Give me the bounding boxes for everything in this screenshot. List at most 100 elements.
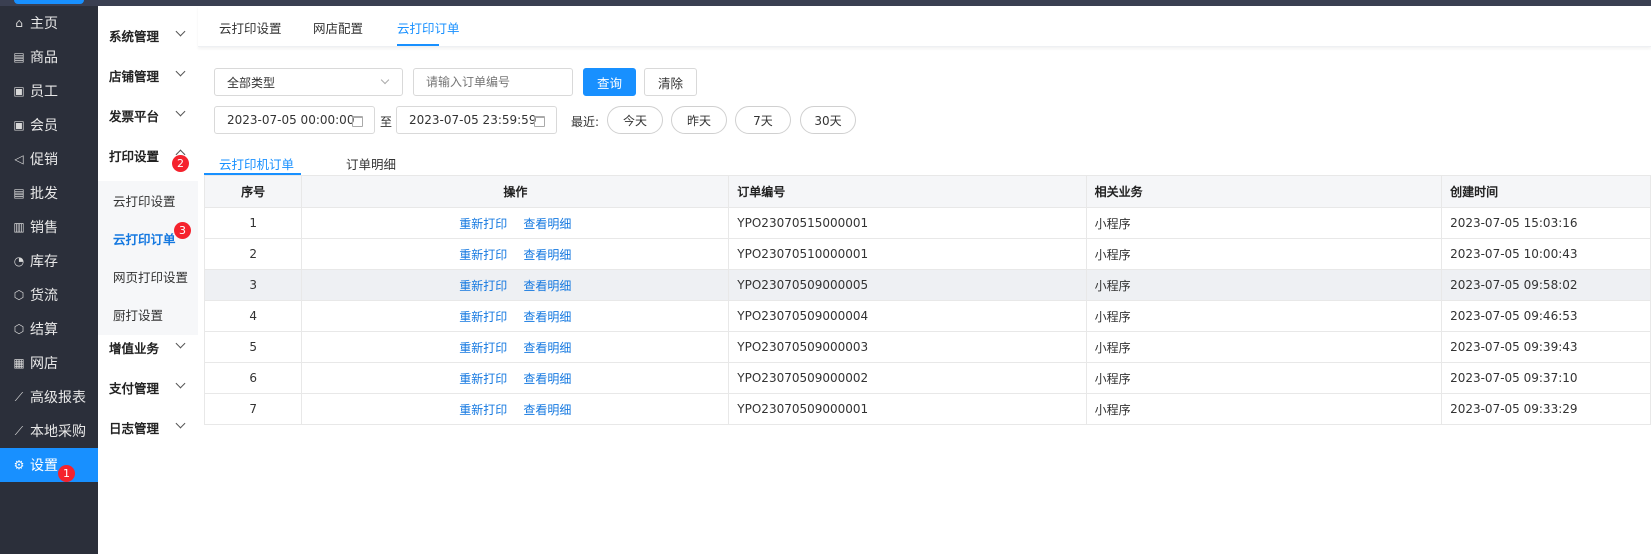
row-number: 3 [203, 269, 303, 301]
nav-item-settlement[interactable]: ⬡ 结算 [0, 312, 98, 346]
reprint-link[interactable]: 重新打印 [459, 341, 507, 355]
table-row: 5 重新打印 查看明细 YPO23070509000003 小程序 2023-07-05 … [203, 331, 1651, 363]
nav-item-members[interactable]: ▣ 会员 [0, 108, 98, 142]
submenu-group-label: 增值业务 [109, 340, 160, 356]
row-actions: 重新打印 查看明细 [301, 362, 730, 394]
line-chart-icon: ⟋ [14, 389, 24, 404]
reprint-link[interactable]: 重新打印 [459, 372, 507, 386]
submenu-group-label: 店铺管理 [109, 68, 160, 84]
gift-icon: ▦ [13, 356, 25, 370]
clear-button[interactable]: 清除 [644, 68, 697, 96]
created-time: 2023-07-05 09:33:29 [1441, 393, 1651, 425]
order-number: YPO23070509000002 [728, 362, 1087, 394]
reprint-link[interactable]: 重新打印 [459, 310, 507, 324]
nav-item-inventory[interactable]: ◔ 库存 [0, 244, 98, 278]
chevron-down-icon [175, 66, 186, 77]
nav-item-label: 结算 [30, 322, 58, 338]
wholesale-icon: ▤ [13, 186, 25, 200]
order-number-input[interactable] [413, 68, 573, 96]
nav-item-reports[interactable]: ⟋ 高级报表 [0, 380, 98, 414]
tab-store-config[interactable]: 网店配置 [313, 18, 363, 37]
step-badge: 3 [174, 222, 191, 239]
nav-item-goods-flow[interactable]: ⬡ 货流 [0, 278, 98, 312]
product-icon: ▤ [13, 50, 25, 64]
submenu-group-value-added[interactable]: 增值业务 [98, 327, 196, 367]
tab-cloud-print-settings[interactable]: 云打印设置 [219, 18, 282, 37]
related-business: 小程序 [1085, 331, 1443, 363]
nav-item-label: 员工 [30, 84, 58, 100]
submenu-item-cloud-print-settings[interactable]: 云打印设置 [98, 181, 196, 219]
view-details-link[interactable]: 查看明细 [523, 341, 571, 355]
print-settings-items: 云打印设置 云打印订单 网页打印设置 厨打设置 [98, 181, 198, 335]
quick-range-yesterday[interactable]: 昨天 [671, 106, 727, 134]
quick-range-7days[interactable]: 7天 [735, 106, 791, 134]
nav-item-wholesale[interactable]: ▤ 批发 [0, 176, 98, 210]
submenu-group-payment[interactable]: 支付管理 [98, 367, 196, 407]
view-details-link[interactable]: 查看明细 [523, 310, 571, 324]
submenu-group-logs[interactable]: 日志管理 [98, 407, 196, 447]
nav-item-label: 会员 [30, 118, 58, 134]
calendar-icon [352, 116, 363, 127]
nav-item-staff[interactable]: ▣ 员工 [0, 74, 98, 108]
submenu-group-label: 支付管理 [109, 380, 160, 396]
end-time-value: 2023-07-05 23:59:59 [409, 113, 537, 127]
created-time: 2023-07-05 15:03:16 [1441, 207, 1651, 239]
nav-item-online-store[interactable]: ▦ 网店 [0, 346, 98, 380]
order-number: YPO23070509000005 [728, 269, 1087, 301]
reprint-link[interactable]: 重新打印 [459, 248, 507, 262]
related-business: 小程序 [1085, 393, 1443, 425]
nav-item-products[interactable]: ▤ 商品 [0, 40, 98, 74]
view-details-link[interactable]: 查看明细 [523, 403, 571, 417]
created-time: 2023-07-05 09:58:02 [1441, 269, 1651, 301]
subtab-printer-orders[interactable]: 云打印机订单 [219, 154, 294, 173]
settings-submenu: 系统管理 店铺管理 发票平台 打印设置 云打印设置 云打印订单 网页打印设置 厨… [98, 6, 198, 554]
tab-cloud-print-orders[interactable]: 云打印订单 [397, 18, 460, 37]
nav-item-settings[interactable]: ⚙ 设置 [0, 448, 98, 482]
submenu-item-label: 云打印设置 [113, 193, 176, 209]
related-business: 小程序 [1085, 300, 1443, 332]
submenu-item-label: 网页打印设置 [113, 269, 189, 285]
order-number: YPO23070510000001 [728, 238, 1087, 270]
query-button[interactable]: 查询 [583, 68, 636, 96]
start-time-picker[interactable]: 2023-07-05 00:00:00 [214, 106, 375, 134]
end-time-picker[interactable]: 2023-07-05 23:59:59 [396, 106, 557, 134]
order-number: YPO23070509000001 [728, 393, 1087, 425]
submenu-group-invoice[interactable]: 发票平台 [98, 95, 196, 135]
reprint-link[interactable]: 重新打印 [459, 279, 507, 293]
submenu-group-system[interactable]: 系统管理 [98, 15, 196, 55]
column-header: 相关业务 [1085, 175, 1443, 208]
row-number: 1 [203, 207, 303, 239]
table-row: 7 重新打印 查看明细 YPO23070509000001 小程序 2023-07-05 … [203, 393, 1651, 425]
related-business: 小程序 [1085, 238, 1443, 270]
nav-item-label: 高级报表 [30, 390, 86, 406]
order-number: YPO23070515000001 [728, 207, 1087, 239]
column-header: 序号 [203, 175, 303, 208]
submenu-group-label: 系统管理 [109, 28, 160, 44]
reprint-link[interactable]: 重新打印 [459, 217, 507, 231]
view-details-link[interactable]: 查看明细 [523, 248, 571, 262]
main-panel: 云打印设置 网店配置 云打印订单 全部类型 查询 清除 2023-07-05 0… [198, 6, 1651, 554]
nav-item-label: 商品 [30, 50, 58, 66]
type-select[interactable]: 全部类型 [214, 68, 403, 96]
subtab-order-details[interactable]: 订单明细 [346, 154, 396, 173]
quick-range-30days[interactable]: 30天 [800, 106, 856, 134]
recent-label: 最近: [571, 115, 600, 129]
reprint-link[interactable]: 重新打印 [459, 403, 507, 417]
quick-range-today[interactable]: 今天 [607, 106, 663, 134]
chevron-down-icon [380, 75, 390, 85]
nav-item-promotion[interactable]: ◁ 促销 [0, 142, 98, 176]
submenu-item-web-print-settings[interactable]: 网页打印设置 [98, 257, 196, 295]
order-number: YPO23070509000003 [728, 331, 1087, 363]
view-details-link[interactable]: 查看明细 [523, 279, 571, 293]
row-actions: 重新打印 查看明细 [301, 269, 730, 301]
active-tab-indicator [397, 44, 439, 46]
view-details-link[interactable]: 查看明细 [523, 372, 571, 386]
submenu-group-store[interactable]: 店铺管理 [98, 55, 196, 95]
nav-item-local-purchase[interactable]: ⟋ 本地采购 [0, 414, 98, 448]
table-row: 3 重新打印 查看明细 YPO23070509000005 小程序 2023-07-05 … [203, 269, 1651, 301]
nav-item-home[interactable]: ⌂ 主页 [0, 6, 98, 40]
view-details-link[interactable]: 查看明细 [523, 217, 571, 231]
row-actions: 重新打印 查看明细 [301, 300, 730, 332]
pie-chart-icon: ◔ [13, 254, 25, 268]
nav-item-sales[interactable]: ▥ 销售 [0, 210, 98, 244]
